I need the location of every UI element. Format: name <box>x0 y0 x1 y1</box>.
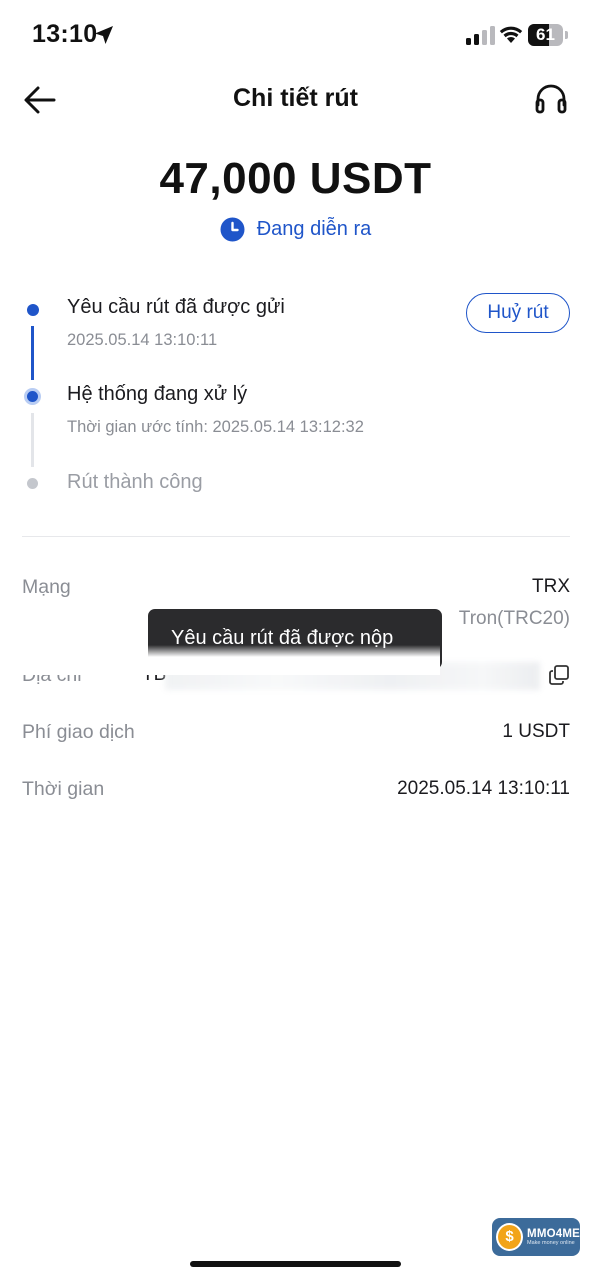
timeline-connector-1 <box>31 326 34 380</box>
withdraw-status: Đang diễn ra <box>0 214 591 244</box>
timeline-dot-success <box>27 478 38 489</box>
status-time: 13:10 <box>32 20 98 48</box>
dollar-coin-icon: $ <box>496 1223 524 1251</box>
timeline-connector-2 <box>31 413 34 467</box>
timeline-step-title: Yêu cầu rút đã được gửi <box>67 296 285 318</box>
watermark-tagline: Make money online <box>527 1240 575 1246</box>
timeline-dot-processing <box>24 388 41 405</box>
timeline-step-time: 2025.05.14 13:10:11 <box>67 331 218 349</box>
fee-label: Phí giao dịch <box>22 721 135 743</box>
status-bar: 13:10 61 <box>0 0 591 70</box>
page-title: Chi tiết rút <box>233 84 358 112</box>
wifi-icon <box>499 26 523 43</box>
home-indicator[interactable] <box>190 1261 401 1267</box>
cancel-withdraw-button[interactable]: Huỷ rút <box>466 293 570 333</box>
battery-level-text: 61 <box>536 25 555 44</box>
watermark-logo: $ MMO4ME Make money online <box>492 1218 580 1256</box>
location-arrow-icon <box>95 26 113 44</box>
battery-icon: 61 <box>528 24 568 46</box>
headset-icon[interactable] <box>532 80 570 118</box>
network-label: Mạng <box>22 576 71 598</box>
time-label: Thời gian <box>22 778 105 800</box>
watermark-name: MMO4ME <box>527 1228 580 1240</box>
timeline-step-estimate: Thời gian ước tính: 2025.05.14 13:12:32 <box>67 418 364 436</box>
status-text: Đang diễn ra <box>256 217 372 240</box>
network-subvalue: Tron(TRC20) <box>458 608 570 629</box>
clock-icon <box>220 217 245 241</box>
timeline-step-title: Rút thành công <box>67 471 203 493</box>
timeline-step-title: Hệ thống đang xử lý <box>67 383 248 405</box>
copy-icon[interactable] <box>548 664 570 686</box>
toast-obscuring-overlay <box>20 645 440 675</box>
timeline-dot-submitted <box>27 304 39 316</box>
network-value: TRX <box>532 576 570 597</box>
divider <box>22 536 570 537</box>
signal-icon <box>466 26 495 45</box>
time-value: 2025.05.14 13:10:11 <box>397 778 570 799</box>
withdraw-amount: 47,000 USDT <box>159 154 432 203</box>
fee-value: 1 USDT <box>502 721 570 742</box>
